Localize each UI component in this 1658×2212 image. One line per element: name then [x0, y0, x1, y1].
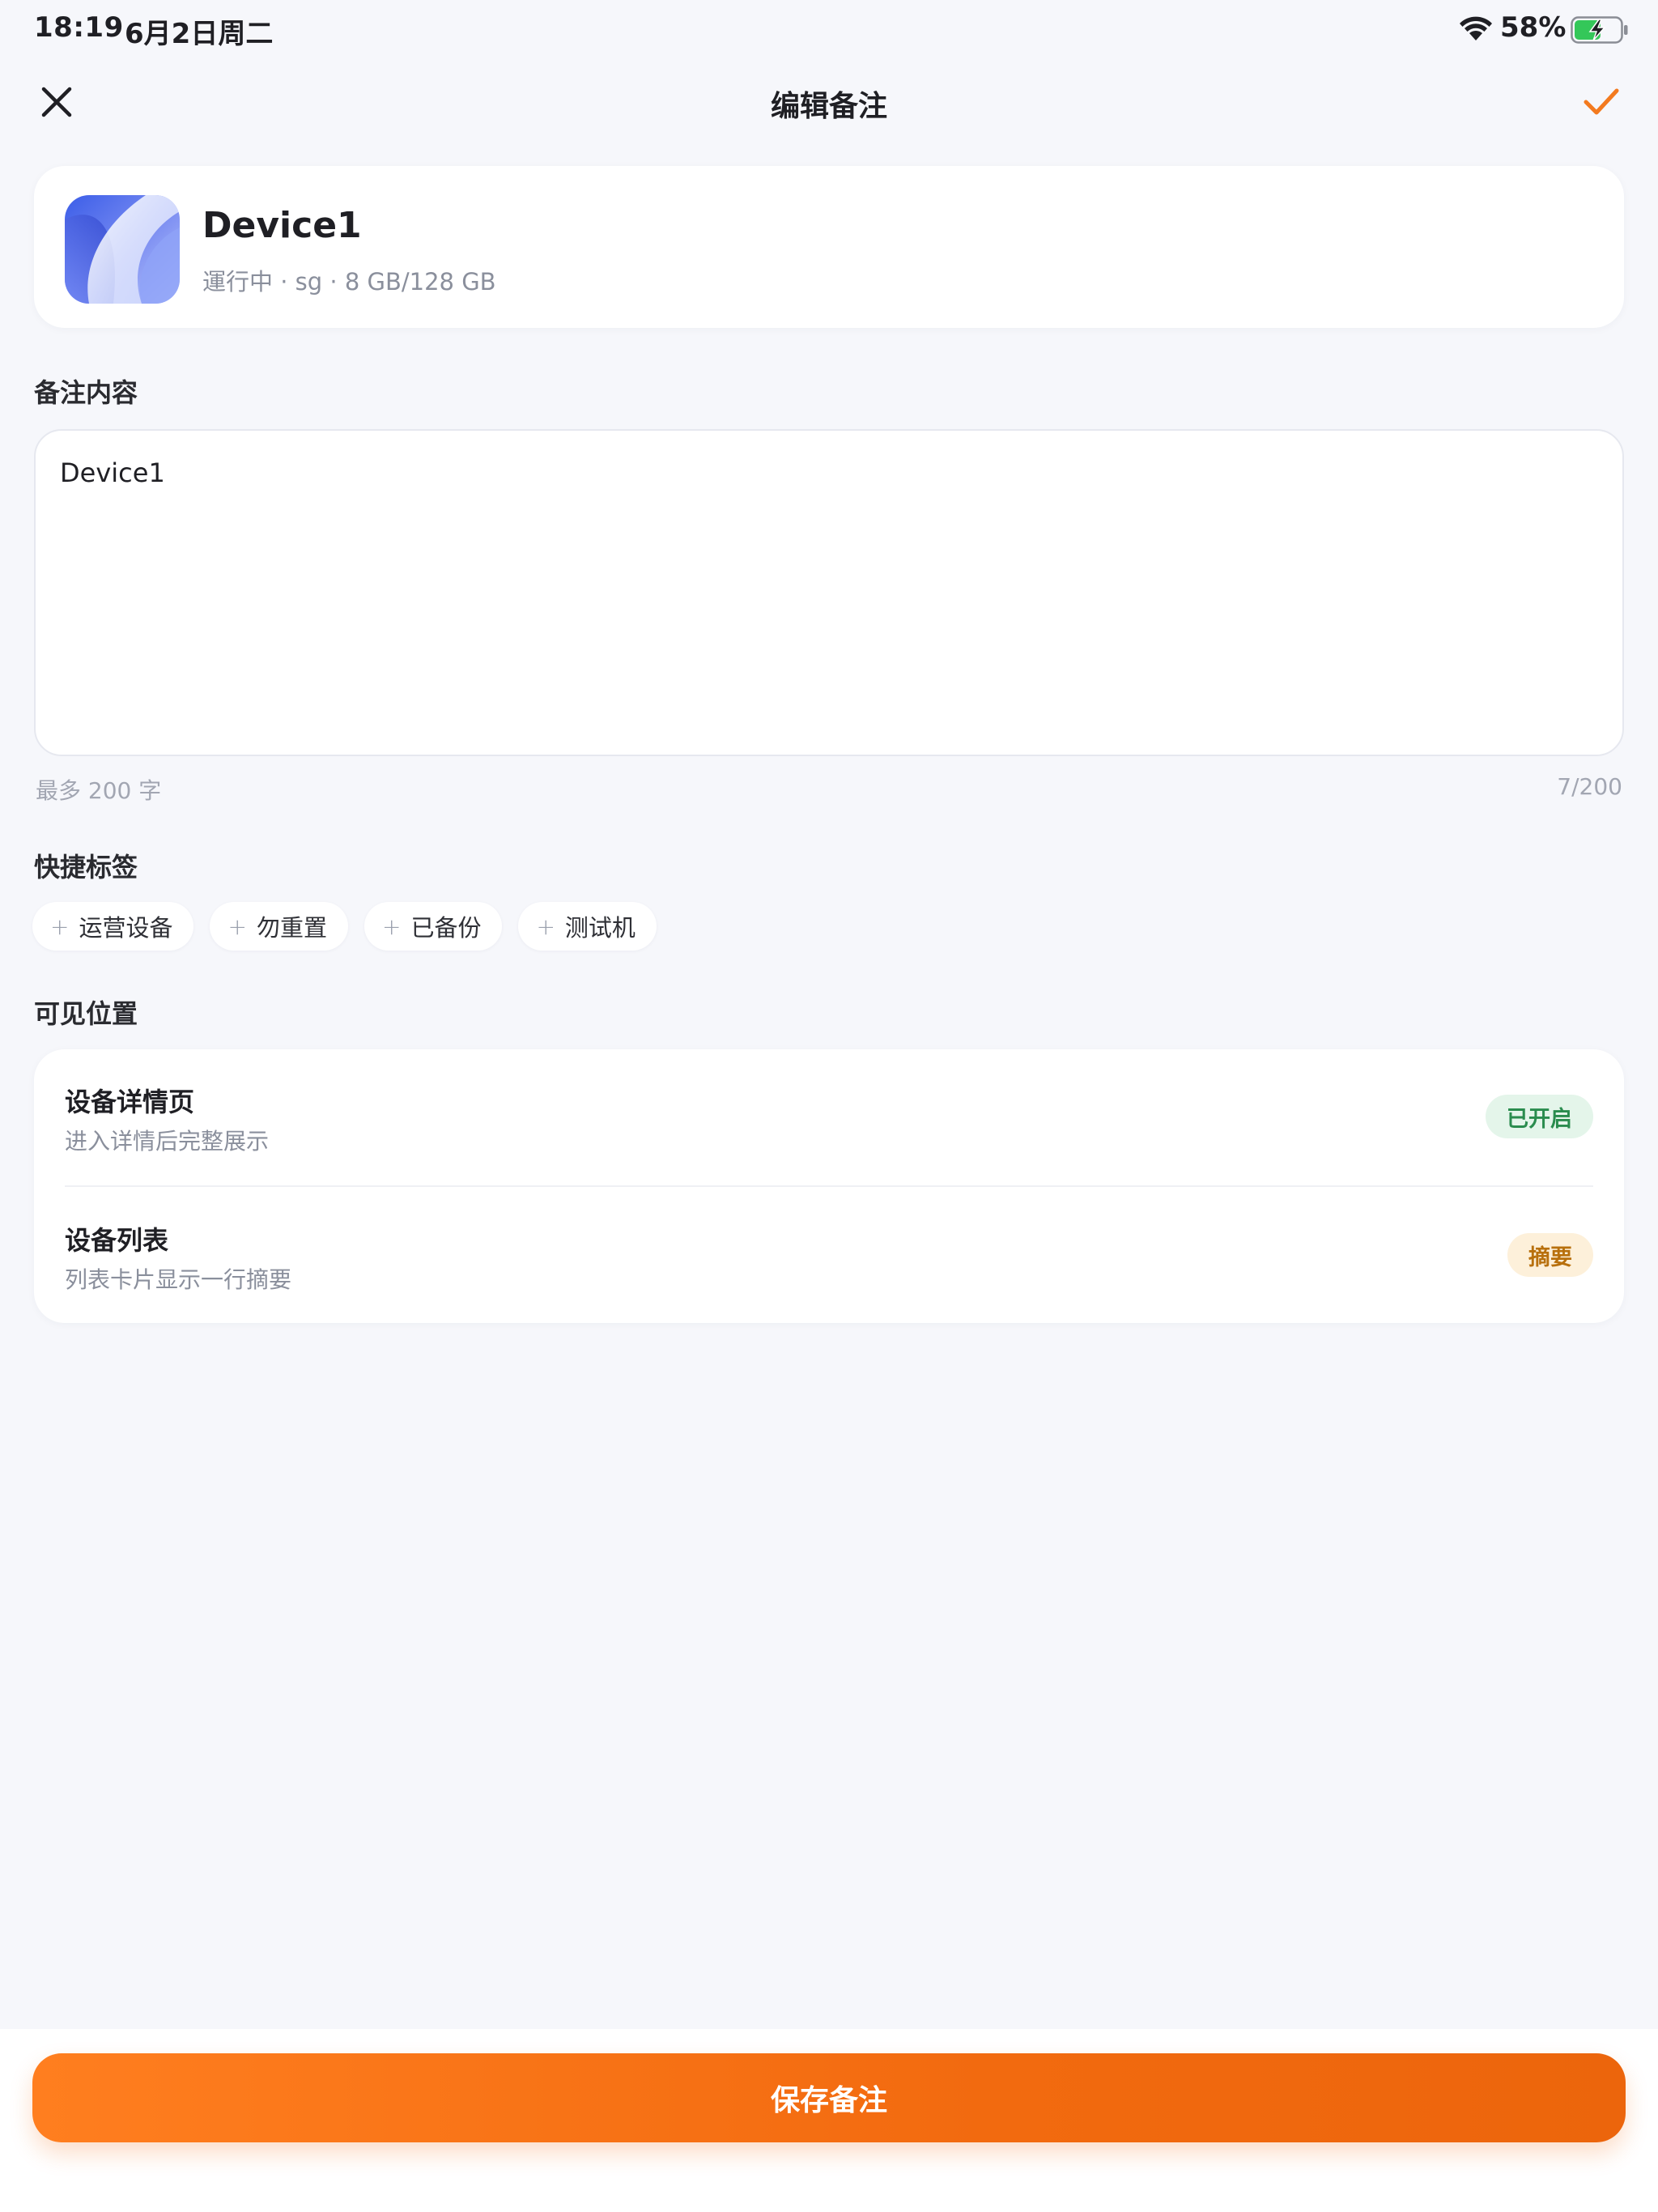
battery-charging-icon [1571, 16, 1628, 44]
note-char-count: 7/200 [1557, 773, 1622, 800]
visibility-section-label: 可见位置 [34, 998, 138, 1029]
check-icon [1584, 88, 1619, 115]
tag-chip-test-device[interactable]: + 测试机 [518, 902, 657, 951]
battery-percent: 58% [1500, 11, 1567, 44]
quick-tags: + 运营设备 + 勿重置 + 已备份 + 测试机 [32, 902, 657, 951]
visibility-row-detail-page[interactable]: 设备详情页 进入详情后完整展示 已开启 [34, 1049, 1624, 1187]
plus-icon: + [536, 912, 555, 940]
note-section-label: 备注内容 [34, 377, 138, 408]
tag-chip-no-reset[interactable]: + 勿重置 [210, 902, 348, 951]
status-badge: 已开启 [1486, 1095, 1593, 1138]
plus-icon: + [381, 912, 402, 940]
visibility-row-title: 设备详情页 [65, 1087, 195, 1117]
tag-label: 运营设备 [79, 914, 173, 942]
visibility-card: 设备详情页 进入详情后完整展示 已开启 设备列表 列表卡片显示一行摘要 摘要 [34, 1049, 1624, 1323]
device-card: Device1 運行中 · sg · 8 GB/128 GB [34, 166, 1624, 328]
visibility-row-device-list[interactable]: 设备列表 列表卡片显示一行摘要 摘要 [34, 1186, 1624, 1323]
tag-chip-backed-up[interactable]: + 已备份 [363, 902, 503, 951]
page-title: 编辑备注 [770, 90, 887, 123]
save-note-button[interactable]: 保存备注 [32, 2053, 1626, 2142]
confirm-button[interactable] [1579, 81, 1624, 123]
status-bar: 18:19 6月2日周二 58% [0, 0, 1658, 60]
tag-label: 勿重置 [256, 914, 327, 942]
device-avatar-icon [65, 195, 180, 304]
navigation-bar: 编辑备注 [0, 70, 1658, 134]
edit-note-screen: 18:19 6月2日周二 58% 编辑备注 Device1 運行中 · sg ·… [0, 0, 1658, 2212]
wifi-icon [1460, 16, 1492, 40]
tag-label: 测试机 [564, 914, 636, 942]
visibility-row-description: 进入详情后完整展示 [65, 1128, 270, 1155]
tag-label: 已备份 [410, 914, 482, 942]
visibility-row-title: 设备列表 [65, 1225, 169, 1256]
tags-section-label: 快捷标签 [34, 852, 138, 883]
status-badge: 摘要 [1507, 1233, 1593, 1277]
device-name: Device1 [202, 205, 362, 246]
status-time: 18:19 [34, 11, 124, 44]
status-date: 6月2日周二 [125, 18, 274, 50]
device-meta: 運行中 · sg · 8 GB/128 GB [202, 268, 496, 296]
note-textarea-container [34, 429, 1624, 756]
note-textarea[interactable] [60, 455, 1598, 730]
visibility-row-description: 列表卡片显示一行摘要 [65, 1266, 292, 1293]
plus-icon: + [50, 912, 70, 940]
plus-icon: + [227, 912, 247, 940]
note-limit-hint: 最多 200 字 [36, 777, 162, 804]
tag-chip-ops-device[interactable]: + 运营设备 [32, 902, 194, 951]
